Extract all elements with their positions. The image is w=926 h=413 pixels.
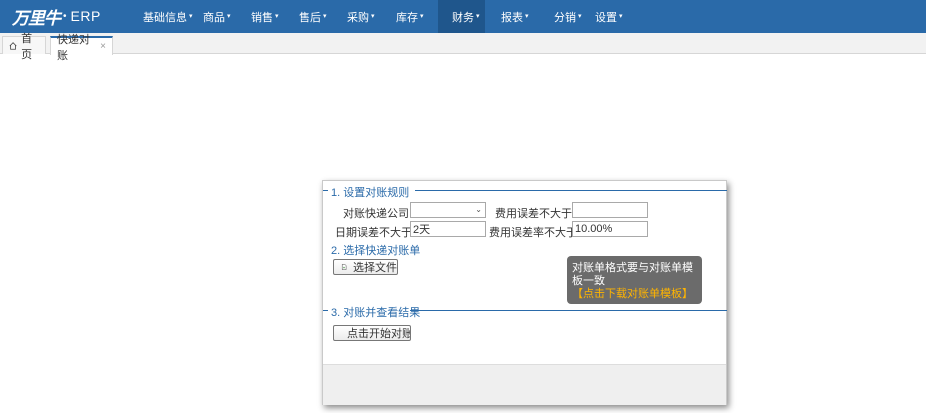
start-reconciliation-label: 点击开始对账	[347, 328, 411, 340]
logo-erp: ERP	[70, 8, 101, 24]
top-navigation-bar: 万里牛 • ERP 基础信息 ▾ 商品 ▾ 销售 ▾ 售后 ▾ 采购 ▾ 库存 ▾ 财务 ▾ …	[0, 0, 926, 33]
express-reconciliation-dialog: 1. 设置对账规则 对账快递公司: ⌄ 费用误差不大于: 日期误差不大于: 费用…	[322, 180, 727, 405]
nav-item-sales[interactable]: 销售 ▾	[237, 0, 287, 33]
nav-item-goods[interactable]: 商品 ▾	[188, 0, 237, 33]
caret-down-icon: ▾	[227, 12, 231, 20]
choose-file-label: 选择文件	[353, 262, 397, 274]
nav-item-finance[interactable]: 财务 ▾	[438, 0, 485, 33]
app-logo[interactable]: 万里牛 • ERP	[12, 6, 101, 29]
nav-item-purchase[interactable]: 采购 ▾	[336, 0, 383, 33]
logo-dot: •	[63, 10, 67, 22]
template-tooltip: 对账单格式要与对账单模板一致 【点击下载对账单模板】	[567, 256, 702, 304]
section-divider	[410, 310, 727, 311]
caret-down-icon: ▾	[476, 12, 480, 20]
nav-item-inventory[interactable]: 库存 ▾	[383, 0, 438, 33]
tab-home[interactable]: 首页	[2, 33, 46, 61]
file-icon	[341, 264, 347, 270]
tab-home-label: 首页	[21, 32, 33, 61]
main-menu: 基础信息 ▾ 商品 ▾ 销售 ▾ 售后 ▾ 采购 ▾ 库存 ▾ 财务 ▾ 报表 ▾ 分销 ▾ 设置…	[131, 0, 634, 33]
date-error-input[interactable]	[410, 221, 486, 237]
start-reconciliation-button[interactable]: 点击开始对账	[333, 325, 411, 341]
chevron-down-icon: ⌄	[475, 205, 482, 214]
caret-down-icon: ▾	[420, 12, 424, 20]
fee-rate-input[interactable]	[572, 221, 648, 237]
tooltip-text: 对账单格式要与对账单模板一致	[572, 262, 693, 287]
logo-wordmark: 万里牛	[12, 8, 61, 29]
date-error-label: 日期误差不大于:	[335, 227, 416, 239]
nav-label: 基础信息	[143, 11, 187, 24]
nav-label: 售后	[299, 11, 321, 24]
nav-item-basic-info[interactable]: 基础信息 ▾	[131, 0, 193, 33]
section-divider	[323, 310, 328, 311]
section-result-title: 3. 对账并查看结果	[331, 307, 421, 319]
home-icon	[9, 41, 17, 50]
nav-item-settings[interactable]: 设置 ▾	[584, 0, 634, 33]
page-tab-bar: 首页 快递对账 ×	[0, 33, 926, 62]
caret-down-icon: ▾	[275, 12, 279, 20]
nav-item-after-sales[interactable]: 售后 ▾	[287, 0, 336, 33]
close-icon[interactable]: ×	[100, 41, 106, 52]
tab-express-reconciliation[interactable]: 快递对账 ×	[50, 34, 113, 62]
nav-label: 财务	[452, 11, 474, 24]
caret-down-icon: ▾	[578, 12, 582, 20]
nav-item-reports[interactable]: 报表 ▾	[485, 0, 540, 33]
caret-down-icon: ▾	[619, 12, 623, 20]
fee-error-label: 费用误差不大于:	[495, 208, 576, 220]
nav-label: 设置	[595, 11, 617, 24]
section-rules-title: 1. 设置对账规则	[331, 187, 410, 199]
nav-label: 销售	[251, 11, 273, 24]
caret-down-icon: ▾	[323, 12, 327, 20]
caret-down-icon: ▾	[371, 12, 375, 20]
express-company-select[interactable]: ⌄	[410, 202, 486, 218]
fee-error-input[interactable]	[572, 202, 648, 218]
section-divider	[415, 190, 727, 191]
nav-item-distribution[interactable]: 分销 ▾	[540, 0, 584, 33]
caret-down-icon: ▾	[525, 12, 529, 20]
nav-label: 商品	[203, 11, 225, 24]
tab-express-reconciliation-label: 快递对账	[57, 33, 90, 62]
download-template-link[interactable]: 【点击下载对账单模板】	[572, 288, 696, 301]
nav-label: 采购	[347, 11, 369, 24]
express-company-label: 对账快递公司:	[343, 208, 413, 220]
nav-label: 分销	[554, 11, 576, 24]
section-file-title: 2. 选择快递对账单	[331, 245, 421, 257]
caret-down-icon: ▾	[189, 12, 193, 20]
fee-rate-label: 费用误差率不大于:	[489, 227, 581, 239]
nav-label: 报表	[501, 11, 523, 24]
nav-label: 库存	[396, 11, 418, 24]
choose-file-button[interactable]: 选择文件	[333, 259, 398, 275]
dialog-footer	[323, 364, 726, 405]
section-divider	[323, 190, 328, 191]
